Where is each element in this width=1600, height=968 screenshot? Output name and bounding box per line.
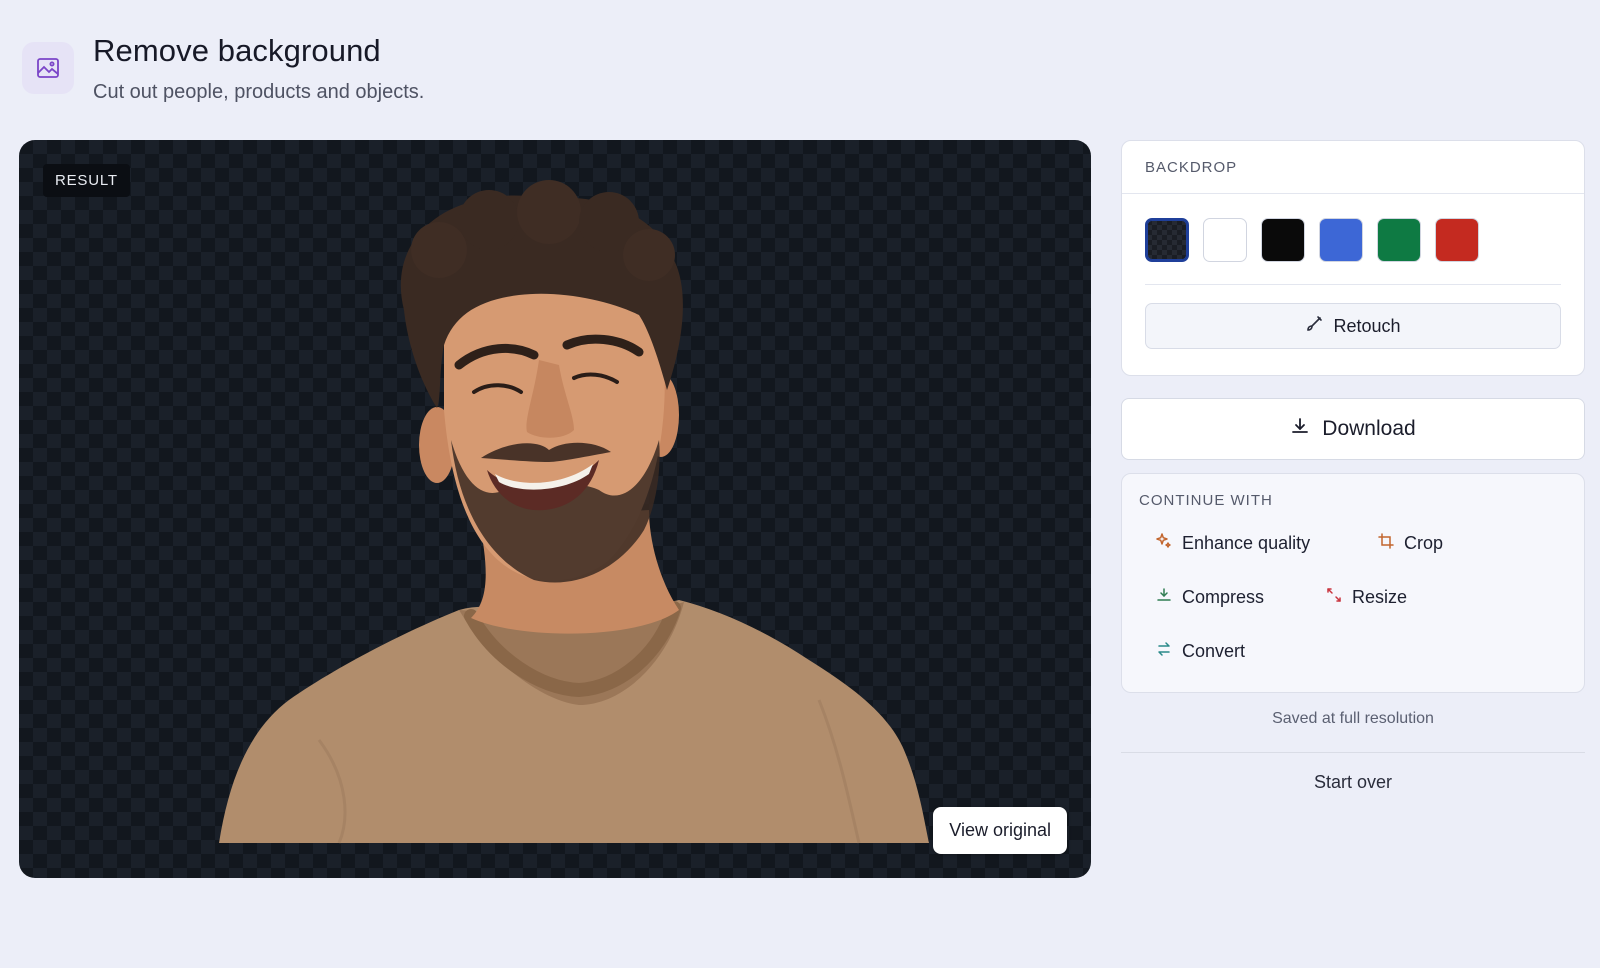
- compress-label: Compress: [1182, 587, 1265, 607]
- crop-label: Crop: [1404, 533, 1444, 553]
- backdrop-swatches: [1122, 194, 1584, 262]
- backdrop-header: BACKDROP: [1122, 141, 1584, 194]
- compress-icon: [1156, 587, 1172, 608]
- page-title: Remove background: [93, 33, 381, 68]
- resize-label: Resize: [1352, 587, 1408, 607]
- brush-icon: [1305, 315, 1323, 338]
- sparkle-icon: [1156, 533, 1172, 554]
- saved-note: Saved at full resolution: [1272, 710, 1434, 727]
- download-icon: [1290, 416, 1310, 442]
- crop-icon: [1378, 533, 1394, 554]
- continue-with-header: CONTINUE WITH: [1139, 492, 1273, 509]
- download-label: Download: [1322, 417, 1416, 440]
- enhance-quality-label: Enhance quality: [1182, 533, 1311, 553]
- view-original-button[interactable]: View original: [933, 807, 1067, 854]
- page-subtitle: Cut out people, products and objects.: [93, 81, 425, 103]
- result-badge: RESULT: [43, 164, 130, 197]
- convert-label: Convert: [1182, 641, 1246, 661]
- retouch-label: Retouch: [1333, 315, 1401, 336]
- divider: [1121, 752, 1585, 753]
- resize-icon: [1326, 587, 1342, 608]
- download-button[interactable]: Download: [1121, 398, 1585, 460]
- swatch-red[interactable]: [1435, 218, 1479, 262]
- subject-cutout: [219, 180, 929, 844]
- convert-action[interactable]: Convert: [1156, 641, 1245, 662]
- divider: [1145, 284, 1561, 285]
- swatch-transparent[interactable]: [1145, 218, 1189, 262]
- continue-with-panel: CONTINUE WITH Enhance quality Crop Compr…: [1121, 473, 1585, 693]
- backdrop-panel: BACKDROP Retouch: [1121, 140, 1585, 376]
- retouch-button[interactable]: Retouch: [1145, 303, 1561, 349]
- compress-action[interactable]: Compress: [1156, 587, 1264, 608]
- start-over-button[interactable]: Start over: [1121, 772, 1585, 793]
- result-canvas: RESULT View original: [19, 140, 1091, 878]
- swatch-black[interactable]: [1261, 218, 1305, 262]
- crop-action[interactable]: Crop: [1378, 533, 1443, 554]
- enhance-quality-action[interactable]: Enhance quality: [1156, 533, 1310, 554]
- image-icon: [22, 42, 74, 94]
- swatch-blue[interactable]: [1319, 218, 1363, 262]
- resize-action[interactable]: Resize: [1326, 587, 1407, 608]
- swatch-green[interactable]: [1377, 218, 1421, 262]
- convert-icon: [1156, 641, 1172, 662]
- swatch-white[interactable]: [1203, 218, 1247, 262]
